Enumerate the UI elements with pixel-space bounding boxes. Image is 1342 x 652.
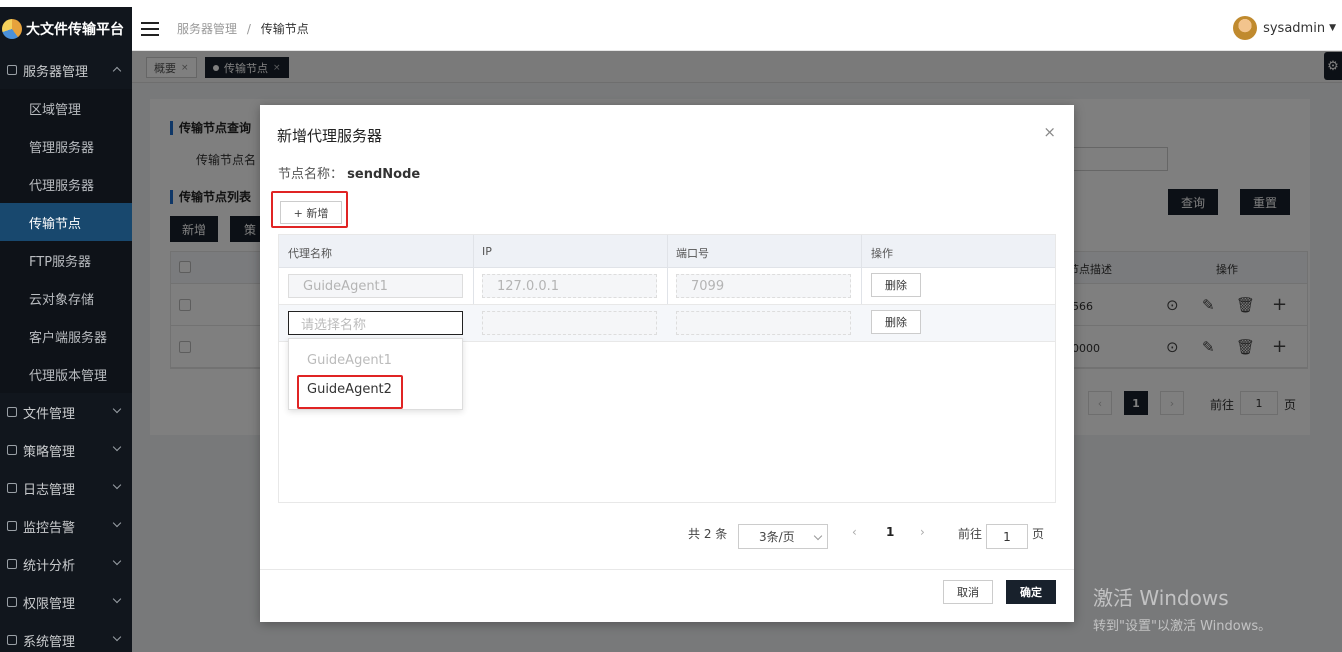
menu-group-policy[interactable]: 策略管理 (0, 431, 132, 469)
port-field[interactable]: 7099 (676, 274, 851, 298)
menu-group-label: 监控告警 (23, 520, 76, 536)
col-ip: IP (482, 245, 492, 258)
menu-group-label: 系统管理 (23, 634, 76, 650)
top-strip (0, 0, 1342, 7)
next-page-icon[interactable]: › (920, 525, 925, 539)
chevron-down-icon (112, 480, 122, 490)
chevron-down-icon (112, 442, 122, 452)
agent-name-field[interactable]: GuideAgent1 (288, 274, 463, 298)
sidebar-item-transfer-node[interactable]: 传输节点 (0, 203, 132, 241)
menu-group-label: 日志管理 (23, 482, 76, 498)
goto-page-input[interactable]: 1 (986, 524, 1028, 549)
prev-page-icon[interactable]: ‹ (852, 525, 857, 539)
chevron-down-icon (112, 594, 122, 604)
watermark-line1: 激活 Windows (1093, 586, 1229, 610)
sidebar-item-client-server[interactable]: 客户端服务器 (0, 317, 132, 355)
folder-icon (7, 407, 17, 417)
menu-group-file[interactable]: 文件管理 (0, 393, 132, 431)
menu-group-monitor[interactable]: 监控告警 (0, 507, 132, 545)
chevron-down-icon (112, 518, 122, 528)
watermark-line2: 转到"设置"以激活 Windows。 (1093, 619, 1272, 634)
col-agent-name: 代理名称 (288, 247, 332, 260)
stats-icon (7, 559, 17, 569)
username: sysadmin (1263, 20, 1326, 36)
col-port: 端口号 (676, 247, 709, 260)
menu-group-log[interactable]: 日志管理 (0, 469, 132, 507)
menu-group-stats[interactable]: 统计分析 (0, 545, 132, 583)
breadcrumb-separator: / (246, 22, 251, 36)
menu-toggle-icon[interactable] (141, 21, 159, 36)
menu-group-system[interactable]: 系统管理 (0, 621, 132, 652)
sidebar-item-agent-version[interactable]: 代理版本管理 (0, 355, 132, 393)
ip-field[interactable]: 127.0.0.1 (482, 274, 657, 298)
avatar (1233, 16, 1258, 40)
confirm-button[interactable]: 确定 (1006, 580, 1056, 604)
menu-group-label: 统计分析 (23, 558, 76, 574)
agent-name-select[interactable]: 请选择名称 (288, 311, 463, 335)
menu-group-label: 权限管理 (23, 596, 76, 612)
sidebar-item-cloud-storage[interactable]: 云对象存储 (0, 279, 132, 317)
page-size-select[interactable]: 3条/页 (738, 524, 828, 549)
goto-label: 前往 (958, 527, 983, 541)
chevron-down-icon (112, 632, 122, 642)
settings-icon (7, 635, 17, 645)
page-unit: 页 (1032, 527, 1045, 541)
user-menu[interactable]: sysadmin ▼ (1233, 16, 1336, 40)
close-icon[interactable]: × (1043, 123, 1056, 141)
logo-icon (2, 19, 22, 39)
sidebar: 大文件传输平台 服务器管理 区域管理 管理服务器 代理服务器 传输节点 FTP服… (0, 7, 132, 652)
node-name-value: sendNode (347, 167, 421, 182)
page-size-value: 3条/页 (759, 530, 795, 544)
add-proxy-dialog: 新增代理服务器 × 节点名称： sendNode + 新增 代理名称 IP 端口… (260, 105, 1074, 622)
monitor-icon (7, 521, 17, 531)
delete-button[interactable]: 删除 (871, 273, 921, 297)
chevron-down-icon (112, 404, 122, 414)
sidebar-item-proxy-server[interactable]: 代理服务器 (0, 165, 132, 203)
highlight-box (297, 375, 403, 409)
total-count: 共 2 条 (688, 527, 728, 541)
menu-group-server[interactable]: 服务器管理 (0, 51, 132, 89)
node-name-row: 节点名称： sendNode (278, 163, 420, 182)
sidebar-item-region[interactable]: 区域管理 (0, 89, 132, 127)
log-icon (7, 483, 17, 493)
breadcrumb-parent[interactable]: 服务器管理 (177, 22, 237, 36)
chevron-up-icon (112, 66, 122, 76)
menu-group-permission[interactable]: 权限管理 (0, 583, 132, 621)
chevron-down-icon (813, 531, 823, 541)
ip-field[interactable] (482, 311, 657, 335)
menu-group-label: 文件管理 (23, 406, 76, 422)
port-field[interactable] (676, 311, 851, 335)
add-row-button[interactable]: + 新增 (280, 201, 342, 224)
breadcrumb: 服务器管理 / 传输节点 (177, 20, 309, 37)
breadcrumb-current: 传输节点 (260, 22, 309, 36)
chevron-down-icon (112, 556, 122, 566)
cancel-button[interactable]: 取消 (943, 580, 993, 604)
app-title: 大文件传输平台 (26, 22, 124, 38)
current-page[interactable]: 1 (886, 525, 894, 539)
sidebar-item-ftp-server[interactable]: FTP服务器 (0, 241, 132, 279)
menu-group-label: 服务器管理 (23, 64, 89, 80)
menu-group-label: 策略管理 (23, 444, 76, 460)
col-action: 操作 (871, 247, 893, 260)
app-logo: 大文件传输平台 (0, 7, 132, 51)
top-header: 服务器管理 / 传输节点 sysadmin ▼ (132, 7, 1342, 51)
caret-down-icon: ▼ (1329, 23, 1336, 33)
dialog-divider (260, 569, 1074, 570)
node-name-label: 节点名称： (278, 167, 344, 182)
dialog-title: 新增代理服务器 (277, 127, 383, 145)
sidebar-item-manage-server[interactable]: 管理服务器 (0, 127, 132, 165)
delete-button[interactable]: 删除 (871, 310, 921, 334)
cube-icon (7, 65, 17, 75)
dropdown-option-disabled: GuideAgent1 (307, 353, 392, 368)
windows-activation-watermark: 激活 Windows 转到"设置"以激活 Windows。 (1093, 582, 1271, 634)
permission-icon (7, 597, 17, 607)
policy-icon (7, 445, 17, 455)
